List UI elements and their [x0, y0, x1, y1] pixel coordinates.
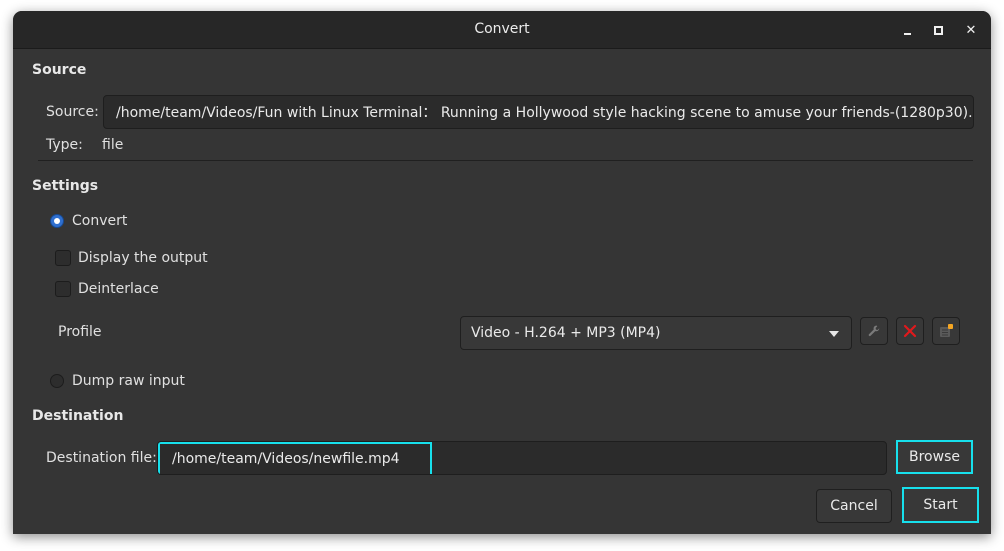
deinterlace-label[interactable]: Deinterlace: [78, 281, 159, 297]
source-label: Source:: [46, 104, 99, 120]
destination-heading: Destination: [32, 408, 124, 424]
dump-raw-radio[interactable]: [50, 374, 64, 388]
destination-file-value: /home/team/Videos/newfile.mp4: [172, 451, 400, 467]
settings-heading: Settings: [32, 178, 99, 194]
convert-radio[interactable]: [50, 214, 64, 228]
cancel-button[interactable]: Cancel: [816, 489, 892, 523]
cancel-label: Cancel: [830, 498, 878, 514]
source-heading: Source: [32, 62, 87, 78]
display-output-label[interactable]: Display the output: [78, 250, 208, 266]
deinterlace-checkbox[interactable]: [55, 281, 71, 297]
convert-label[interactable]: Convert: [72, 213, 127, 229]
maximize-icon: [933, 25, 943, 35]
wrench-icon: [868, 325, 880, 337]
browse-label: Browse: [909, 449, 960, 465]
minimize-button[interactable]: [897, 20, 917, 40]
maximize-button[interactable]: [928, 20, 948, 40]
start-button[interactable]: Start: [902, 487, 979, 523]
title-bar[interactable]: Convert ✕: [13, 11, 991, 49]
profile-dropdown[interactable]: Video - H.264 + MP3 (MP4): [460, 316, 852, 350]
close-icon: ✕: [965, 22, 977, 38]
destination-file-input[interactable]: /home/team/Videos/newfile.mp4: [157, 441, 887, 475]
new-profile-icon: [940, 324, 953, 337]
start-label: Start: [923, 497, 958, 513]
minimize-icon: [903, 33, 911, 35]
source-separator: [38, 160, 973, 161]
convert-dialog: Convert ✕ Source Source: /home/team/Vide…: [13, 11, 991, 534]
display-output-checkbox[interactable]: [55, 250, 71, 266]
new-profile-button[interactable]: [932, 317, 960, 345]
source-field[interactable]: /home/team/Videos/Fun with Linux Termina…: [103, 95, 974, 129]
browse-button[interactable]: Browse: [896, 440, 973, 474]
dump-raw-label[interactable]: Dump raw input: [72, 373, 185, 389]
source-value: /home/team/Videos/Fun with Linux Termina…: [116, 105, 974, 121]
profile-selected-value: Video - H.264 + MP3 (MP4): [471, 325, 661, 341]
profile-label: Profile: [58, 324, 102, 340]
chevron-down-icon: [829, 331, 839, 337]
type-value: file: [102, 137, 124, 153]
delete-x-icon: [903, 324, 917, 338]
delete-profile-button[interactable]: [896, 317, 924, 345]
edit-profile-button[interactable]: [860, 317, 888, 345]
close-button[interactable]: ✕: [961, 20, 981, 40]
destination-focus-highlight: /home/team/Videos/newfile.mp4: [158, 442, 432, 474]
window-title: Convert: [474, 21, 530, 37]
type-label: Type:: [46, 137, 83, 153]
destination-file-label: Destination file:: [46, 450, 157, 466]
